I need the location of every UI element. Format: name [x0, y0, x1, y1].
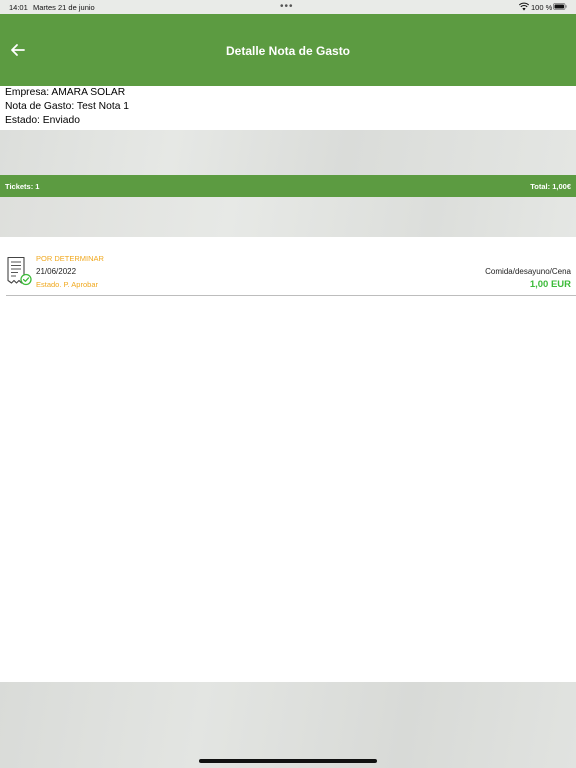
company-label: Empresa: AMARA SOLAR [5, 87, 126, 98]
ticket-category: Comida/desayuno/Cena [485, 267, 571, 276]
background-band [0, 197, 576, 237]
tickets-count: Tickets: 1 [5, 182, 40, 191]
status-bar: 14:01 Martes 21 de junio ••• 100 % [0, 0, 576, 14]
background-band [0, 130, 576, 175]
expense-note-info: Empresa: AMARA SOLAR Nota de Gasto: Test… [0, 86, 576, 130]
status-time: 14:01 [9, 3, 28, 12]
background-band [0, 682, 576, 768]
app-header: Detalle Nota de Gasto [0, 14, 576, 86]
wifi-icon [519, 2, 529, 11]
status-date: Martes 21 de junio [33, 3, 95, 12]
ticket-date: 21/06/2022 [36, 267, 77, 276]
total-amount: Total: 1,00€ [530, 182, 571, 191]
multitasking-dots-icon[interactable]: ••• [280, 1, 294, 12]
list-item[interactable]: POR DETERMINAR 21/06/2022 Estado. P. Apr… [0, 237, 576, 297]
summary-bar: Tickets: 1 Total: 1,00€ [0, 175, 576, 197]
ticket-amount: 1,00 EUR [529, 279, 571, 290]
divider [6, 295, 576, 296]
ticket-status: Estado. P. Aprobar [36, 280, 98, 289]
home-indicator[interactable] [199, 759, 377, 763]
ticket-list: POR DETERMINAR 21/06/2022 Estado. P. Apr… [0, 237, 576, 682]
battery-icon [553, 3, 567, 10]
battery-percent: 100 % [531, 3, 553, 12]
note-name-label: Nota de Gasto: Test Nota 1 [5, 101, 130, 112]
note-status-label: Estado: Enviado [5, 115, 80, 126]
page-title: Detalle Nota de Gasto [225, 44, 351, 58]
receipt-approved-icon [7, 256, 32, 286]
ticket-project: POR DETERMINAR [36, 254, 104, 263]
